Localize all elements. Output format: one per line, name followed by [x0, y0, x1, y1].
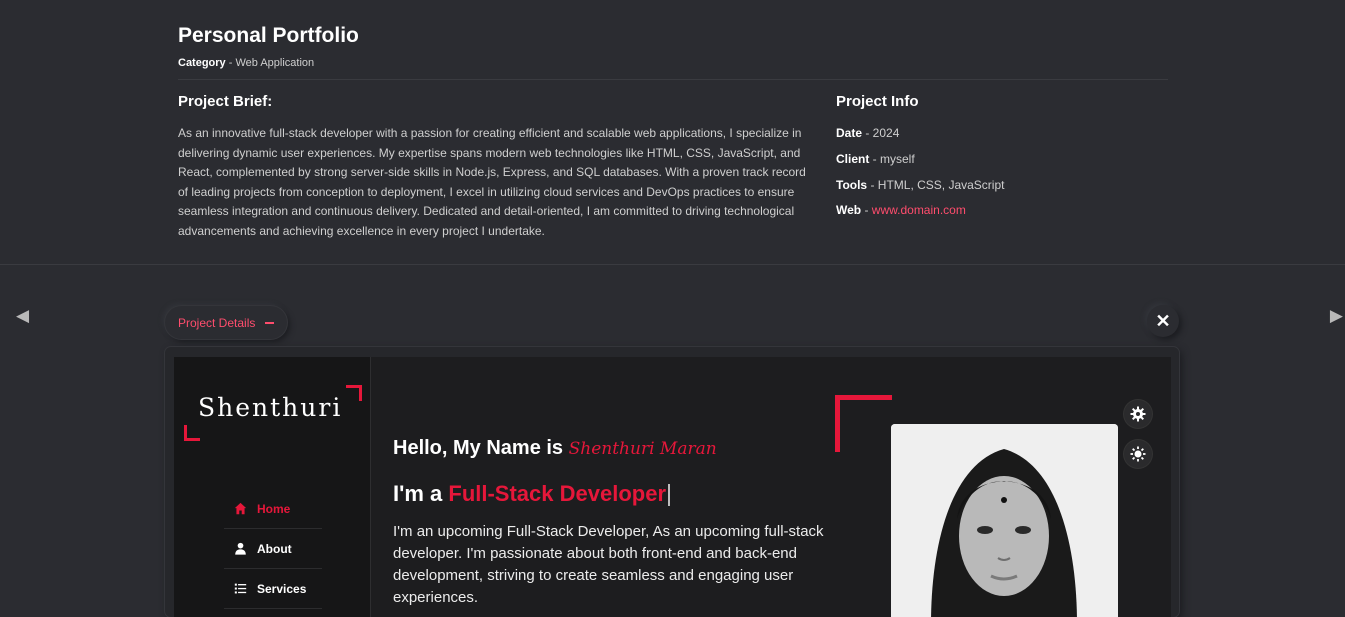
- logo-corner-bottom-left: [184, 425, 200, 441]
- preview-sidebar: Shenthuri Home About Services: [174, 357, 371, 617]
- project-details-button[interactable]: Project Details: [165, 306, 288, 339]
- project-preview-screenshot: Shenthuri Home About Services Hello, My …: [174, 357, 1171, 617]
- project-summary-panel: Personal Portfolio Category - Web Applic…: [0, 0, 1345, 265]
- previous-arrow-icon[interactable]: ◀: [16, 306, 29, 326]
- divider: [178, 79, 1168, 80]
- date-label: Date: [836, 126, 863, 140]
- project-details-label: Project Details: [178, 315, 256, 330]
- settings-gear-icon[interactable]: [1124, 400, 1152, 428]
- minus-icon: [265, 321, 275, 324]
- next-arrow-icon[interactable]: ▶: [1330, 306, 1343, 326]
- list-icon: [234, 583, 247, 594]
- preview-greeting: Hello, My Name is Shenthuri Maran: [393, 437, 717, 460]
- info-tools: Tools - HTML, CSS, JavaScript: [836, 176, 1004, 202]
- photo-corner-decoration: [835, 395, 892, 452]
- page-title: Personal Portfolio: [178, 24, 359, 47]
- menu-item-label: Home: [257, 501, 291, 516]
- project-brief-heading: Project Brief:: [178, 93, 273, 110]
- menu-item-label: Services: [257, 581, 307, 596]
- menu-item-about[interactable]: About: [224, 529, 322, 569]
- profile-photo-illustration: [891, 424, 1118, 617]
- theme-toggle-icon[interactable]: [1124, 440, 1152, 468]
- menu-item-services[interactable]: Services: [224, 569, 322, 609]
- web-label: Web: [836, 203, 862, 218]
- project-info-heading: Project Info: [836, 93, 919, 110]
- user-icon: [235, 542, 246, 555]
- info-date: Date - 2024: [836, 124, 1004, 150]
- project-info-list: Date - 2024 Client - myself Tools - HTML…: [836, 124, 1004, 227]
- preview-logo: Shenthuri: [198, 393, 343, 422]
- role-prefix: I'm a: [393, 481, 449, 506]
- preview-menu: Home About Services: [224, 489, 322, 609]
- category-label: Category: [178, 57, 226, 69]
- date-value: - 2024: [862, 126, 900, 140]
- tools-label: Tools: [836, 177, 868, 192]
- client-value: - myself: [869, 151, 915, 166]
- info-web: Web - www.domain.com: [836, 201, 1004, 227]
- category-line: Category - Web Application: [178, 57, 314, 69]
- category-value: - Web Application: [225, 57, 315, 69]
- tools-value: - HTML, CSS, JavaScript: [867, 177, 1005, 192]
- client-label: Client: [836, 151, 870, 166]
- typing-cursor: [668, 484, 671, 507]
- project-brief-text: As an innovative full-stack developer wi…: [178, 126, 806, 238]
- preview-role: I'm a Full-Stack Developer: [393, 481, 671, 507]
- web-link[interactable]: www.domain.com: [872, 203, 966, 217]
- close-button[interactable]: ✕: [1147, 305, 1179, 337]
- home-icon: [234, 502, 247, 515]
- preview-description: I'm an upcoming Full-Stack Developer, As…: [393, 523, 824, 606]
- role-title: Full-Stack Developer: [448, 481, 667, 506]
- info-client: Client - myself: [836, 150, 1004, 176]
- menu-item-home[interactable]: Home: [224, 489, 322, 529]
- web-separator: -: [861, 203, 872, 218]
- greeting-text: Hello, My Name is: [393, 437, 569, 459]
- logo-corner-top-right: [346, 385, 362, 401]
- greeting-name: Shenthuri Maran: [568, 439, 717, 459]
- menu-item-label: About: [257, 541, 292, 556]
- profile-photo: [891, 424, 1118, 617]
